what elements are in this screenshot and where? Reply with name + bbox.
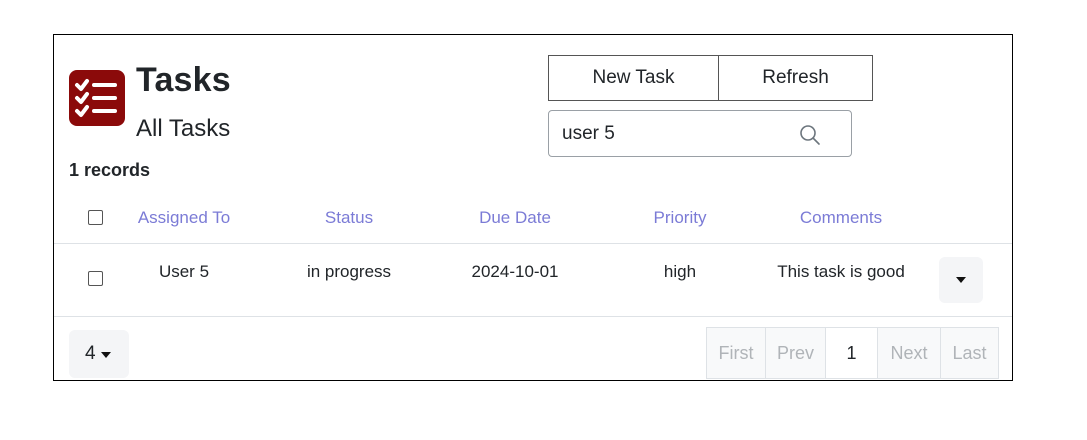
table-row: User 5 in progress 2024-10-01 high This …: [54, 244, 1012, 317]
page-first[interactable]: First: [707, 328, 766, 378]
page-size-dropdown[interactable]: 4: [69, 330, 129, 378]
page-subtitle: All Tasks: [136, 115, 231, 142]
column-due-date[interactable]: Due Date: [459, 208, 571, 228]
cell-status: in progress: [306, 262, 392, 281]
cell-comments: This task is good: [777, 262, 905, 281]
caret-down-icon: [101, 352, 111, 358]
new-task-button[interactable]: New Task: [548, 55, 719, 101]
page-current[interactable]: 1: [826, 328, 878, 378]
search-icon[interactable]: [799, 124, 821, 146]
refresh-button[interactable]: Refresh: [718, 55, 873, 101]
tasks-card: Tasks All Tasks 1 records New Task Refre…: [53, 34, 1013, 381]
select-all-checkbox[interactable]: [88, 210, 103, 225]
column-comments[interactable]: Comments: [781, 208, 901, 228]
row-actions-dropdown[interactable]: [939, 257, 983, 303]
page-size-value: 4: [85, 343, 96, 364]
page-next[interactable]: Next: [878, 328, 941, 378]
page-prev[interactable]: Prev: [766, 328, 826, 378]
column-assigned-to[interactable]: Assigned To: [124, 208, 244, 228]
table-header: Assigned To Status Due Date Priority Com…: [54, 195, 1012, 244]
records-count: 1 records: [69, 160, 151, 180]
search-input[interactable]: user 5: [548, 110, 852, 157]
page-title: Tasks: [136, 61, 231, 99]
column-priority[interactable]: Priority: [630, 208, 730, 228]
page-last[interactable]: Last: [941, 328, 998, 378]
column-status[interactable]: Status: [294, 208, 404, 228]
pagination: First Prev 1 Next Last: [706, 327, 999, 379]
cell-assigned-to: User 5: [158, 262, 210, 281]
task-list-icon: [69, 70, 125, 126]
row-checkbox[interactable]: [88, 271, 103, 286]
search-value: user 5: [562, 123, 615, 144]
toolbar: New Task Refresh: [548, 55, 873, 101]
cell-due-date: 2024-10-01: [471, 262, 559, 281]
caret-down-icon: [956, 277, 966, 283]
cell-priority: high: [663, 262, 697, 281]
